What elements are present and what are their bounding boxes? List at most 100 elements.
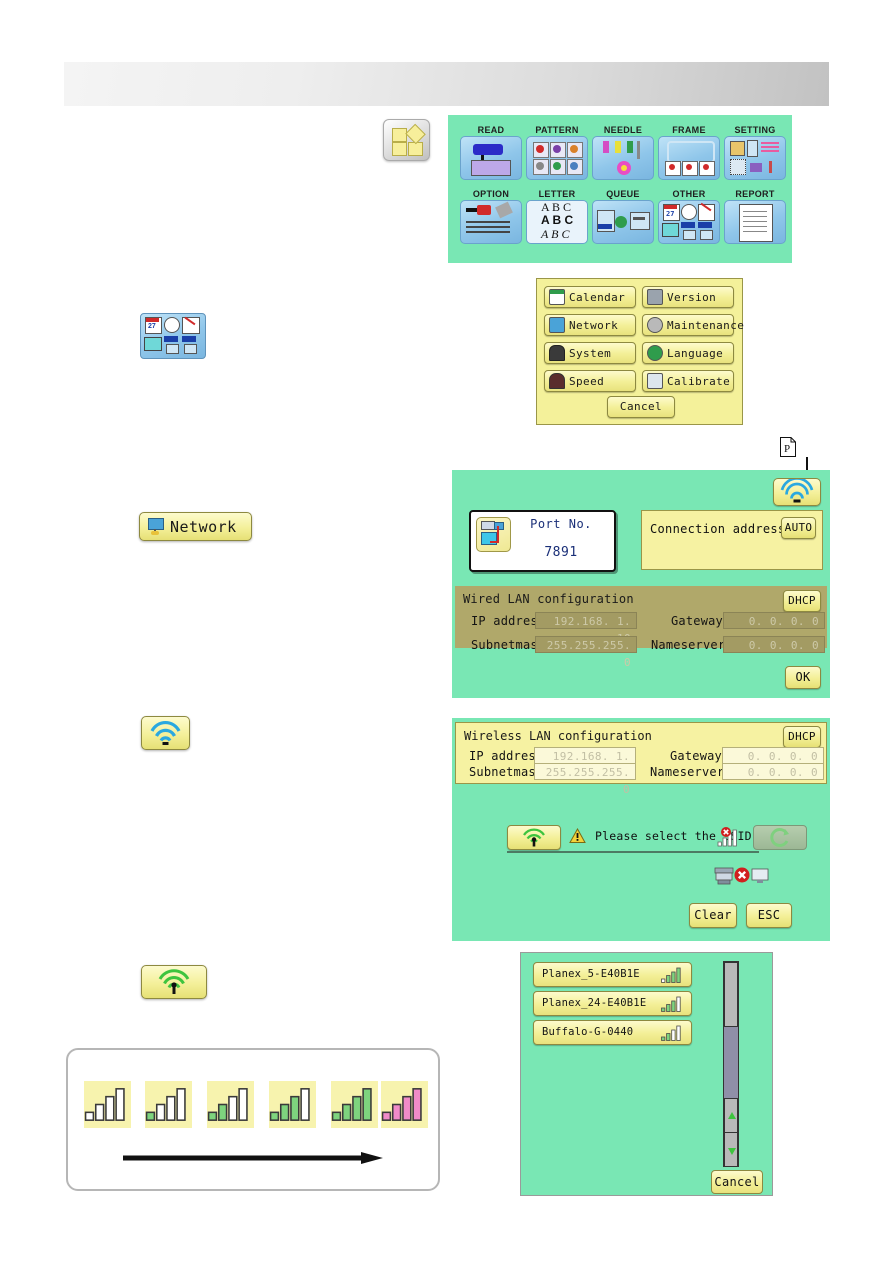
network-icon <box>147 518 164 535</box>
other-menu-button-calendar[interactable]: Calendar <box>544 286 636 308</box>
other-menu-button-speed[interactable]: Speed <box>544 370 636 392</box>
wired-nameserver-value[interactable]: 0. 0. 0. 0 <box>723 636 825 653</box>
signal-strength-icon <box>661 967 681 983</box>
ssid-select-button[interactable] <box>507 825 561 850</box>
wired-gateway-value[interactable]: 0. 0. 0. 0 <box>723 612 825 629</box>
other-menu-button-network[interactable]: Network <box>544 314 636 336</box>
ssid-refresh-button[interactable] <box>753 825 807 850</box>
wired-dhcp-button[interactable]: DHCP <box>783 590 821 612</box>
signal-strength-icon <box>331 1088 372 1121</box>
pattern-icon <box>526 136 588 180</box>
signal-strength-icon <box>145 1088 186 1121</box>
setting-icon <box>724 136 786 180</box>
legend-level-3 <box>269 1081 316 1128</box>
other-menu-cancel-button[interactable]: Cancel <box>607 396 675 418</box>
other-menu-label-maintenance: Maintenance <box>667 318 745 332</box>
other-menu-button-version[interactable]: Version <box>642 286 734 308</box>
menu-square-2-icon <box>392 142 407 156</box>
signal-strength-legend <box>66 1048 440 1191</box>
menu-item-option[interactable]: OPTION <box>460 189 522 244</box>
callout-network-button[interactable]: Network <box>139 512 252 541</box>
wireless-mode-toggle-button[interactable] <box>773 477 821 506</box>
legend-level-4 <box>331 1081 378 1128</box>
legend-level-1 <box>145 1081 192 1128</box>
refresh-icon <box>770 828 789 847</box>
menu-item-report[interactable]: REPORT <box>724 189 786 244</box>
signal-strength-connected-icon <box>381 1088 422 1121</box>
menu-square-1-icon <box>392 128 407 142</box>
legend-level-2 <box>207 1081 254 1128</box>
letter-icon: A B C A B C A B C <box>526 200 588 244</box>
other-icon: 27 <box>658 200 720 244</box>
lan-port-icon <box>476 517 511 552</box>
other-menu-button-language[interactable]: Language <box>642 342 734 364</box>
calendar-icon <box>549 289 565 305</box>
menu-item-pattern[interactable]: PATTERN <box>526 125 588 180</box>
wireless-lan-screen: Wireless LAN configuration DHCP IP addre… <box>452 718 830 941</box>
ssid-list-cancel-button[interactable]: Cancel <box>711 1170 763 1194</box>
scroll-down-arrow-icon[interactable] <box>724 1132 738 1167</box>
wireless-esc-button[interactable]: ESC <box>746 903 792 928</box>
port-number-label: Port No. <box>530 517 592 531</box>
ssid-list-item-1[interactable]: Planex_24-E40B1E <box>533 991 692 1016</box>
menu-item-read[interactable]: READ <box>460 125 522 180</box>
wireless-lan-configuration-section: Wireless LAN configuration DHCP IP addre… <box>455 722 827 796</box>
menu-label-letter: LETTER <box>538 189 576 199</box>
menu-item-setting[interactable]: SETTING <box>724 125 786 180</box>
calibrate-icon <box>647 373 663 389</box>
connection-address-label: Connection address <box>650 522 786 536</box>
connection-auto-button[interactable]: AUTO <box>781 517 816 539</box>
menu-item-other[interactable]: OTHER 27 <box>658 189 720 244</box>
maintenance-icon <box>647 317 663 333</box>
wireless-ip-value[interactable]: 192.168. 1. 30 <box>534 747 636 780</box>
ssid-name-0: Planex_5-E40B1E <box>542 968 640 980</box>
menu-label-setting: SETTING <box>734 125 776 135</box>
menu-item-letter[interactable]: LETTER A B C A B C A B C <box>526 189 588 244</box>
menu-item-frame[interactable]: FRAME <box>658 125 720 180</box>
ssid-antenna-icon <box>158 969 190 994</box>
callout-wifi-toggle-button[interactable] <box>141 716 190 750</box>
other-menu-screen: Calendar Version Network Maintenance Sys… <box>536 278 744 425</box>
other-menu-button-system[interactable]: System <box>544 342 636 364</box>
speed-icon <box>549 373 565 389</box>
main-menu-icon-button[interactable] <box>383 119 430 161</box>
version-icon <box>647 289 663 305</box>
option-icon <box>460 200 522 244</box>
menu-item-needle[interactable]: NEEDLE <box>592 125 654 180</box>
port-number-box[interactable]: Port No. 7891 <box>469 510 616 572</box>
read-icon <box>460 136 522 180</box>
menu-label-needle: NEEDLE <box>603 125 643 135</box>
signal-strength-icon <box>269 1088 310 1121</box>
other-menu-label-language: Language <box>667 346 724 360</box>
wired-subnetmask-value[interactable]: 255.255.255. 0 <box>535 636 637 669</box>
ssid-list-scrollbar[interactable] <box>723 961 739 1167</box>
ssid-list-item-2[interactable]: Buffalo-G-0440 <box>533 1020 692 1045</box>
wireless-clear-button[interactable]: Clear <box>689 903 737 928</box>
ssid-list-screen: Planex_5-E40B1E Planex_24-E40B1E Buffalo… <box>520 952 773 1196</box>
other-menu-button-maintenance[interactable]: Maintenance <box>642 314 744 336</box>
warning-triangle-icon <box>569 828 586 843</box>
scroll-up-arrow-icon[interactable] <box>724 1098 738 1133</box>
signal-strength-icon <box>661 996 681 1012</box>
legend-level-connected <box>381 1081 428 1128</box>
other-menu-label-network: Network <box>569 318 619 332</box>
wireless-gateway-value[interactable]: 0. 0. 0. 0 <box>722 747 824 764</box>
scrollbar-thumb[interactable] <box>724 962 738 1027</box>
menu-label-queue: QUEUE <box>606 189 640 199</box>
wireless-dhcp-button[interactable]: DHCP <box>783 726 821 748</box>
signal-disconnected-icon <box>717 827 737 847</box>
other-menu-label-calibrate: Calibrate <box>667 374 731 388</box>
ssid-list-item-0[interactable]: Planex_5-E40B1E <box>533 962 692 987</box>
callout-ssid-select-button[interactable] <box>141 965 207 999</box>
other-menu-label-calendar: Calendar <box>569 290 626 304</box>
callout-other-menu-tile[interactable]: 27 <box>140 313 206 359</box>
language-icon <box>647 345 663 361</box>
menu-item-queue[interactable]: QUEUE <box>592 189 654 244</box>
wired-ip-value[interactable]: 192.168. 1. 10 <box>535 612 637 645</box>
ssid-antenna-icon <box>523 828 545 847</box>
wired-ok-button[interactable]: OK <box>785 666 821 689</box>
other-menu-label-version: Version <box>667 290 717 304</box>
other-menu-button-calibrate[interactable]: Calibrate <box>642 370 734 392</box>
wireless-nameserver-value[interactable]: 0. 0. 0. 0 <box>722 763 824 780</box>
wireless-subnetmask-value[interactable]: 255.255.255. 0 <box>534 763 636 796</box>
